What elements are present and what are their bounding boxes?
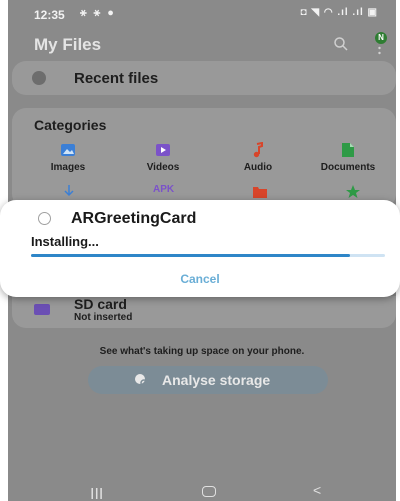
category-audio[interactable]: Audio <box>218 142 298 173</box>
install-progress-fill <box>31 254 350 257</box>
analyse-storage-label: Analyse storage <box>162 372 271 388</box>
more-options-icon[interactable] <box>378 46 381 56</box>
recents-icon[interactable]: III <box>90 486 103 501</box>
avatar[interactable]: N <box>375 32 387 44</box>
analyse-storage-icon <box>135 374 148 387</box>
download-icon[interactable] <box>62 184 76 198</box>
home-icon[interactable] <box>202 486 216 497</box>
recent-files-label: Recent files <box>74 70 159 87</box>
image-icon <box>61 144 75 156</box>
category-label: Documents <box>320 162 376 173</box>
install-progress-bar <box>31 254 385 257</box>
system-status-icons: ◘ ◥ ◠ .ıl .ıl ▣ <box>300 7 378 18</box>
recent-files-card[interactable]: Recent files <box>12 61 396 95</box>
sd-card-icon <box>34 304 50 315</box>
favourites-star-icon[interactable] <box>345 184 361 198</box>
notification-icons: ⚹ ⚹ ● <box>80 7 116 19</box>
status-time: 12:35 <box>34 8 65 22</box>
page-title: My Files <box>34 35 102 54</box>
sd-card-title: SD card <box>74 296 127 312</box>
back-icon[interactable]: < <box>313 482 321 498</box>
status-bar: 12:35 ⚹ ⚹ ● ◘ ◥ ◠ .ıl .ıl ▣ <box>8 0 396 30</box>
category-images[interactable]: Images <box>28 142 108 173</box>
music-note-icon <box>253 142 263 158</box>
app-radio-icon <box>38 212 51 225</box>
search-icon[interactable] <box>333 36 349 52</box>
navigation-bar: III < <box>8 480 396 501</box>
category-label: Images <box>50 162 86 173</box>
document-icon <box>342 143 354 157</box>
apk-icon[interactable]: APK <box>153 184 174 195</box>
install-app-name: ARGreetingCard <box>71 210 197 227</box>
sd-card-item[interactable]: SD card Not inserted <box>12 296 396 328</box>
cancel-button[interactable]: Cancel <box>0 272 400 286</box>
category-videos[interactable]: Videos <box>123 142 203 173</box>
video-icon <box>156 144 170 156</box>
compressed-icon[interactable] <box>252 184 268 198</box>
analyse-storage-button[interactable]: Analyse storage <box>88 366 328 394</box>
category-label: Audio <box>243 162 273 173</box>
install-dialog: ARGreetingCard Installing... Cancel <box>0 200 400 297</box>
clock-icon <box>32 71 46 85</box>
category-label: Videos <box>146 162 180 173</box>
storage-hint: See what's taking up space on your phone… <box>99 346 305 357</box>
categories-title: Categories <box>34 117 107 133</box>
sd-card-subtitle: Not inserted <box>74 312 133 323</box>
category-documents[interactable]: Documents <box>308 142 388 173</box>
install-status: Installing... <box>31 234 99 249</box>
categories-card: Categories Images Videos Audio Documents… <box>12 108 396 208</box>
